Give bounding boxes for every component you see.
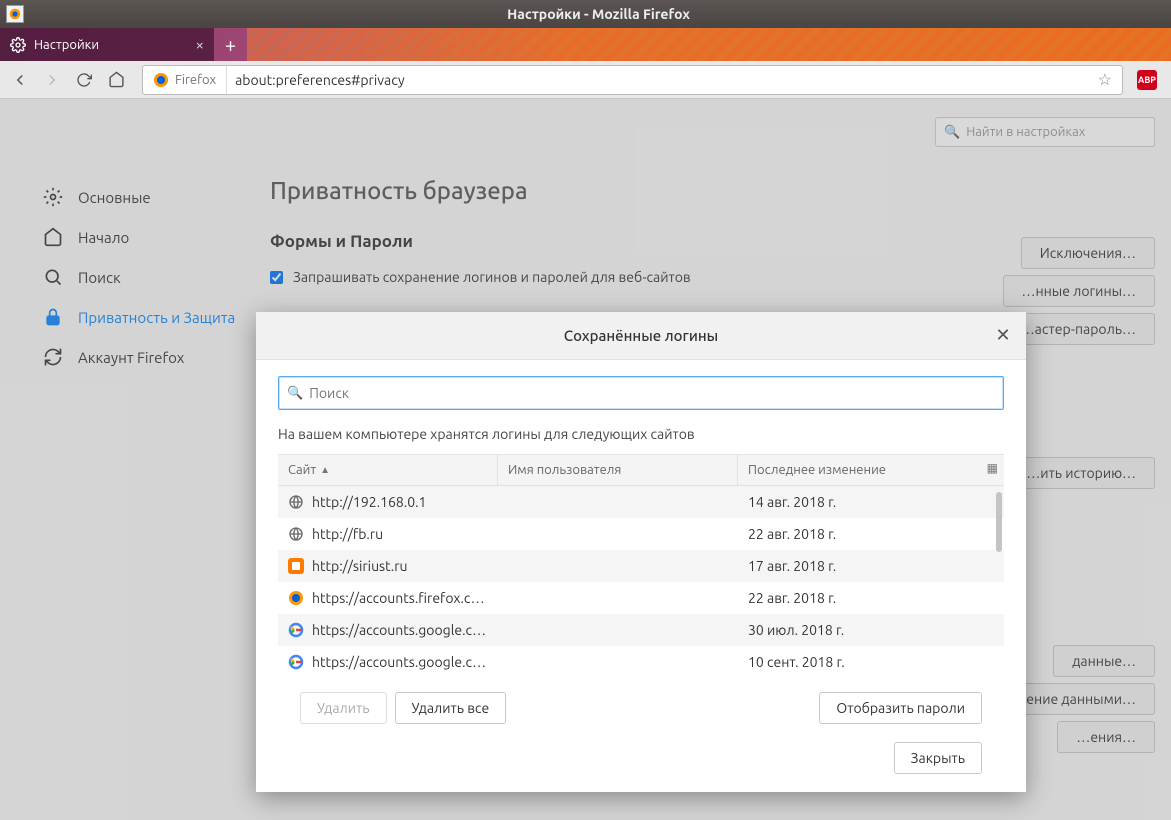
firefox-icon [153,72,169,88]
forward-button[interactable] [38,66,66,94]
show-passwords-button[interactable]: Отобразить пароли [819,692,982,724]
favicon [288,590,304,606]
favicon [288,526,304,542]
urlbar[interactable]: Firefox ☆ [142,65,1123,95]
favicon [288,558,304,574]
table-row[interactable]: http://siriust.ru 17 авг. 2018 г. [278,550,1004,582]
table-row[interactable]: https://accounts.firefox.c… 22 авг. 2018 … [278,582,1004,614]
date-cell: 22 авг. 2018 г. [738,590,1004,606]
tabstrip-bg [247,28,1171,61]
table-row[interactable]: http://fb.ru 22 авг. 2018 г. [278,518,1004,550]
home-button[interactable] [102,66,130,94]
reload-button[interactable] [70,66,98,94]
col-site[interactable]: Сайт▲ [278,455,498,485]
site-cell: http://siriust.ru [312,558,408,574]
tab-title: Настройки [34,38,99,52]
col-username[interactable]: Имя пользователя [498,455,738,485]
delete-button[interactable]: Удалить [300,692,387,724]
adblock-icon[interactable]: ABP [1137,70,1157,90]
site-cell: https://accounts.google.c… [312,654,486,670]
date-cell: 22 авг. 2018 г. [738,526,1004,542]
dialog-footer: Удалить Удалить все Отобразить пароли [278,678,1004,742]
tabstrip: Настройки × + [0,28,1171,61]
saved-logins-dialog: Сохранённые логины ✕ 🔍 На вашем компьюте… [256,312,1026,792]
favicon [288,654,304,670]
date-cell: 17 авг. 2018 г. [738,558,1004,574]
dialog-header: Сохранённые логины ✕ [256,312,1026,360]
site-cell: http://fb.ru [312,526,383,542]
favicon [288,494,304,510]
table-row[interactable]: https://accounts.google.c… 30 июл. 2018 г… [278,614,1004,646]
new-tab-button[interactable]: + [214,28,247,61]
site-cell: https://accounts.firefox.c… [312,590,485,606]
os-titlebar: Настройки - Mozilla Firefox [0,0,1171,28]
logins-search-input[interactable] [309,385,995,401]
favicon [288,622,304,638]
app-icon [6,5,24,23]
identity-box[interactable]: Firefox [143,66,227,94]
scrollbar[interactable] [996,492,1002,552]
table-header: Сайт▲ Имя пользователя Последнее изменен… [278,455,1004,486]
identity-label: Firefox [175,73,216,87]
tab-active[interactable]: Настройки × [0,28,214,61]
table-row[interactable]: https://accounts.google.c… 10 сент. 2018 … [278,646,1004,678]
dialog-title: Сохранённые логины [564,327,718,344]
logins-table: Сайт▲ Имя пользователя Последнее изменен… [278,454,1004,678]
site-cell: http://192.168.0.1 [312,494,426,510]
dialog-description: На вашем компьютере хранятся логины для … [278,426,1004,442]
site-cell: https://accounts.google.c… [312,622,486,638]
close-icon[interactable]: × [196,36,204,53]
gear-icon [10,37,26,53]
column-picker-icon[interactable]: ▦ [987,461,998,475]
close-button[interactable]: Закрыть [894,742,982,774]
col-last-changed[interactable]: Последнее изменение [738,455,1004,485]
date-cell: 30 июл. 2018 г. [738,622,1004,638]
close-icon[interactable]: ✕ [992,324,1014,346]
bookmark-star-icon[interactable]: ☆ [1088,70,1122,89]
table-body: http://192.168.0.114 авг. 2018 г.http://… [278,486,1004,678]
url-input[interactable] [227,72,1088,88]
window-title: Настройки - Mozilla Firefox [32,6,1165,22]
date-cell: 10 сент. 2018 г. [738,654,1004,670]
table-row[interactable]: http://192.168.0.1 14 авг. 2018 г. [278,486,1004,518]
sort-asc-icon: ▲ [320,464,330,476]
date-cell: 14 авг. 2018 г. [738,494,1004,510]
nav-toolbar: Firefox ☆ ABP [0,61,1171,99]
search-icon: 🔍 [287,386,303,401]
back-button[interactable] [6,66,34,94]
logins-search[interactable]: 🔍 [278,376,1004,410]
delete-all-button[interactable]: Удалить все [395,692,507,724]
